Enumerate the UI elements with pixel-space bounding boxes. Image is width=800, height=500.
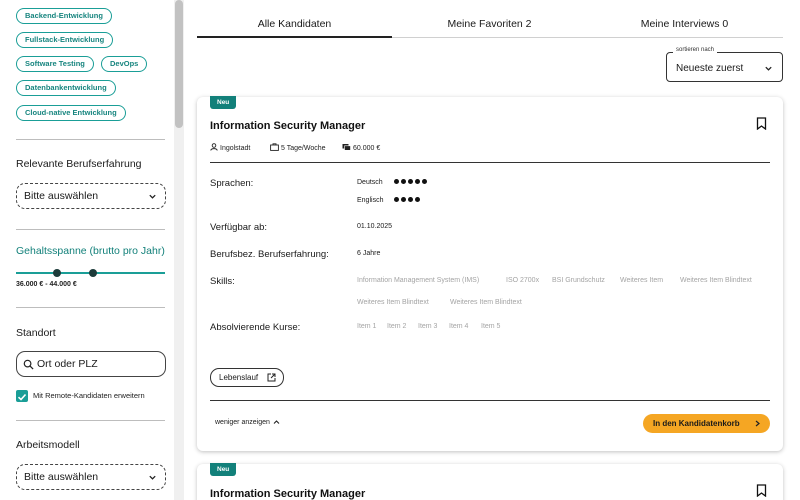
divider: [16, 229, 165, 230]
language-name: Englisch: [357, 197, 384, 204]
bookmark-icon[interactable]: [756, 484, 767, 497]
candidate-title: Information Security Manager: [210, 488, 366, 500]
sidebar-scrollbar-thumb[interactable]: [175, 0, 183, 128]
candidate-card: Neu Information Security Manager: [197, 463, 783, 500]
meta-location: Ingolstadt: [210, 143, 250, 152]
new-badge: Neu: [210, 96, 237, 109]
skill-tag: ISO 2700x: [506, 277, 540, 284]
remote-checkbox[interactable]: [16, 390, 28, 402]
show-less-label: weniger anzeigen: [215, 419, 270, 426]
skill-tag: Weiteres Item Blindtext: [357, 299, 429, 306]
chip-software-testing[interactable]: Software Testing: [16, 56, 94, 72]
experience-select[interactable]: Bitte auswählen: [16, 183, 166, 209]
skill-tag: Weiteres Item: [620, 277, 664, 284]
languages-label: Sprachen:: [210, 178, 254, 189]
salary-label: Gehaltsspanne (brutto pro Jahr): [16, 245, 165, 257]
briefcase-icon: [270, 143, 279, 151]
add-to-cart-label: In den Kandidatenkorb: [653, 419, 740, 428]
divider: [16, 307, 165, 308]
slider-handle-max[interactable]: [89, 269, 97, 277]
skill-tag: Information Management System (IMS): [357, 277, 480, 284]
chevron-right-icon: [755, 420, 760, 427]
salary-range-text: 36.000 € - 44.000 €: [16, 281, 77, 288]
chip-cloud-native[interactable]: Cloud-native Entwicklung: [16, 105, 126, 121]
tab-favorites[interactable]: Meine Favoriten 2: [392, 14, 587, 38]
location-placeholder: Ort oder PLZ: [37, 358, 98, 370]
course-tag: Item 5: [481, 323, 501, 330]
external-link-icon: [267, 373, 276, 382]
meta-salary: 60.000 €: [342, 143, 380, 152]
user-icon: [210, 143, 218, 151]
language-level: [394, 179, 429, 186]
skill-tag: Weiteres Item Blindtext: [450, 299, 522, 306]
work-model-select[interactable]: Bitte auswählen: [16, 464, 166, 490]
sort-value: Neueste zuerst: [676, 63, 744, 74]
cv-button-label: Lebenslauf: [219, 373, 259, 382]
bookmark-icon[interactable]: [756, 117, 767, 130]
slider-handle-min[interactable]: [53, 269, 61, 277]
skill-tag: Weiteres Item Blindtext: [680, 277, 752, 284]
location-label: Standort: [16, 327, 56, 339]
meta-workload: 5 Tage/Woche: [270, 143, 326, 152]
course-tag: Item 3: [418, 323, 438, 330]
chip-datenbank[interactable]: Datenbankentwicklung: [16, 80, 116, 96]
tab-all-candidates[interactable]: Alle Kandidaten: [197, 14, 392, 38]
check-icon: [17, 393, 27, 401]
chip-devops[interactable]: DevOps: [101, 56, 148, 72]
chevron-up-icon: [273, 420, 280, 424]
tab-interviews[interactable]: Meine Interviews 0: [587, 14, 782, 38]
work-model-select-value: Bitte auswählen: [24, 471, 99, 483]
chevron-down-icon: [149, 194, 156, 199]
language-level: [394, 197, 422, 204]
location-search-input[interactable]: Ort oder PLZ: [16, 351, 166, 377]
divider: [16, 420, 165, 421]
remote-checkbox-label: Mit Remote-Kandidaten erweitern: [33, 391, 145, 400]
add-to-cart-button[interactable]: In den Kandidatenkorb: [643, 414, 770, 433]
skill-tag: BSI Grundschutz: [552, 277, 605, 284]
courses-label: Absolvierende Kurse:: [210, 322, 301, 333]
card-divider: [210, 162, 770, 163]
work-model-label: Arbeitsmodell: [16, 439, 80, 451]
experience-select-value: Bitte auswählen: [24, 190, 99, 202]
experience-label: Relevante Berufserfahrung: [16, 158, 142, 170]
money-icon: [342, 144, 351, 151]
candidate-card: Neu Information Security Manager Ingolst…: [197, 96, 783, 451]
tab-bar: Alle Kandidaten Meine Favoriten 2 Meine …: [197, 14, 783, 38]
chevron-down-icon: [149, 475, 156, 480]
active-tab-indicator: [197, 36, 392, 38]
course-tag: Item 2: [387, 323, 407, 330]
divider: [16, 139, 165, 140]
salary-slider[interactable]: [16, 269, 165, 277]
course-tag: Item 1: [357, 323, 377, 330]
search-icon: [23, 359, 34, 370]
experience-label: Berufsbez. Berufserfahrung:: [210, 249, 329, 260]
show-less-toggle[interactable]: weniger anzeigen: [215, 419, 280, 426]
chip-backend[interactable]: Backend-Entwicklung: [16, 8, 112, 24]
available-label: Verfügbar ab:: [210, 222, 268, 233]
cv-button[interactable]: Lebenslauf: [210, 368, 284, 387]
candidate-title: Information Security Manager: [210, 120, 366, 132]
card-divider: [210, 400, 770, 401]
new-badge: Neu: [210, 463, 237, 476]
chip-fullstack[interactable]: Fullstack-Entwicklung: [16, 32, 114, 48]
filter-sidebar: Backend-Entwicklung Fullstack-Entwicklun…: [0, 0, 174, 500]
language-name: Deutsch: [357, 179, 383, 186]
experience-value: 6 Jahre: [357, 250, 381, 257]
available-value: 01.10.2025: [357, 223, 393, 230]
sort-select[interactable]: sortieren nach Neueste zuerst: [666, 47, 783, 82]
chevron-down-icon: [765, 66, 772, 71]
sort-legend: sortieren nach: [673, 47, 718, 53]
skills-label: Skills:: [210, 276, 235, 287]
course-tag: Item 4: [449, 323, 469, 330]
